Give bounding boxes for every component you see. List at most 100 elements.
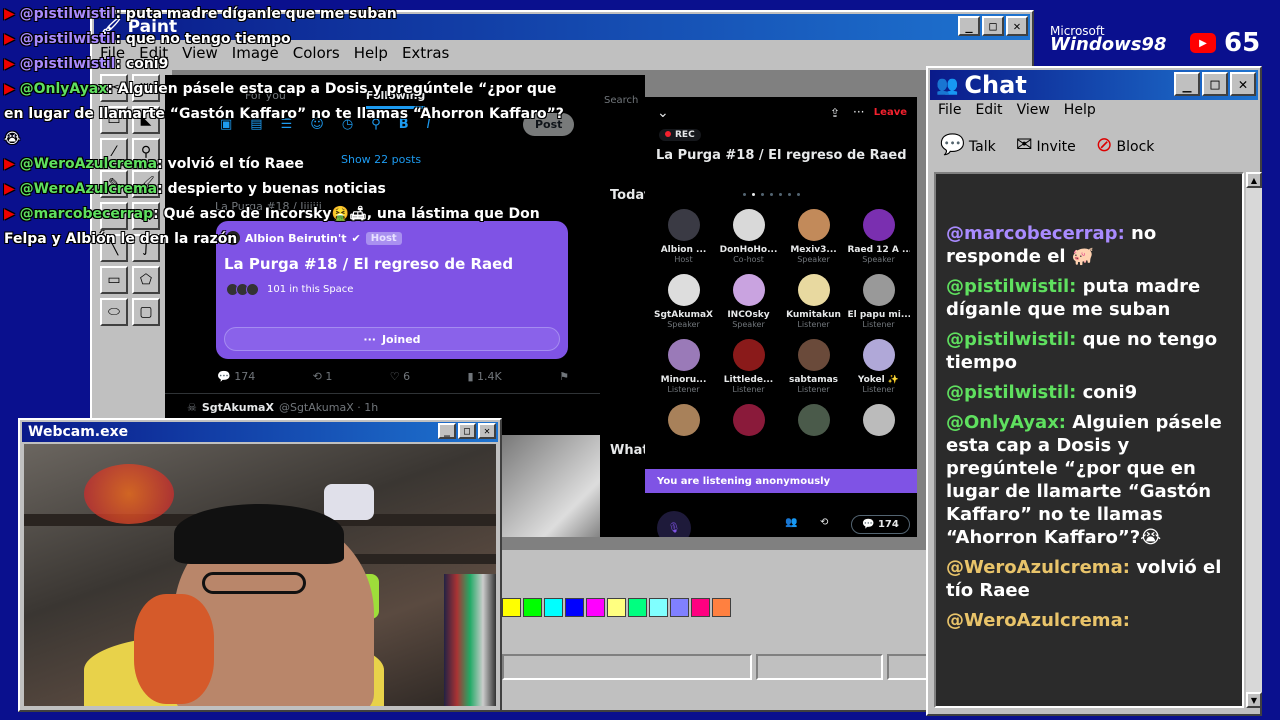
color-swatch[interactable] xyxy=(712,598,731,617)
participant[interactable]: Kumitakun Listener xyxy=(781,274,846,329)
menu-help[interactable]: Help xyxy=(1064,102,1096,118)
color-swatch[interactable] xyxy=(523,598,542,617)
color-swatch[interactable] xyxy=(502,598,521,617)
block-icon: ⊘ xyxy=(1095,132,1113,156)
rounded-rect-tool-icon[interactable]: ▢ xyxy=(132,298,160,326)
chevron-down-icon[interactable]: ⌄ xyxy=(657,105,669,121)
color-swatch[interactable] xyxy=(691,598,710,617)
close-button[interactable]: ✕ xyxy=(1230,72,1256,96)
retweet-count: 1 xyxy=(325,370,333,383)
participant[interactable] xyxy=(781,404,846,440)
participant-name: Mexiv3... xyxy=(790,245,837,255)
participant-name: Minoru... xyxy=(660,375,707,385)
color-swatch[interactable] xyxy=(586,598,605,617)
color-swatch[interactable] xyxy=(670,598,689,617)
talk-button[interactable]: 💬 Talk xyxy=(940,132,996,156)
maximize-button[interactable]: □ xyxy=(458,423,476,439)
participant[interactable]: SgtAkumaX Speaker xyxy=(651,274,716,329)
participant[interactable]: Minoru... Listener xyxy=(651,339,716,394)
avatar xyxy=(246,283,259,296)
menu-edit[interactable]: Edit xyxy=(975,102,1002,118)
chat-username: @pistilwistil: xyxy=(946,329,1077,350)
overlay-username: @WeroAzulcrema xyxy=(19,156,158,172)
reply-button[interactable]: 💬 174 xyxy=(217,370,255,383)
color-swatch[interactable] xyxy=(565,598,584,617)
youtube-icon: ▶ xyxy=(4,31,20,47)
participant[interactable] xyxy=(846,404,911,440)
overlay-username: @pistilwistil xyxy=(19,56,116,72)
maximize-button[interactable]: □ xyxy=(1202,72,1228,96)
talk-label: Talk xyxy=(968,139,996,155)
like-button[interactable]: ♡ 6 xyxy=(390,370,410,383)
comments-button[interactable]: 💬 174 xyxy=(851,515,910,534)
views-button[interactable]: ▮ 1.4K xyxy=(467,370,501,383)
participant[interactable]: sabtamas Listener xyxy=(781,339,846,394)
search-input[interactable]: Search xyxy=(604,95,638,106)
retweet-button[interactable]: ⟲ 1 xyxy=(313,370,333,383)
space-title: La Purga #18 / El regreso de Raed xyxy=(224,255,514,273)
participant[interactable]: DonHoHo... Co-host xyxy=(716,209,781,264)
author-name: SgtAkumaX xyxy=(201,401,274,414)
leave-button[interactable]: Leave xyxy=(874,107,907,118)
person-cap xyxy=(174,504,344,564)
close-button[interactable]: ✕ xyxy=(1006,16,1028,36)
overlay-message: ▶ @pistilwistil: puta madre díganle que … xyxy=(4,2,564,27)
bookmark-icon[interactable]: ⚑ xyxy=(559,370,569,383)
avatar xyxy=(797,404,830,436)
menu-view[interactable]: View xyxy=(1017,102,1050,118)
share-icon[interactable]: ⇪ xyxy=(830,106,840,120)
maximize-button[interactable]: □ xyxy=(982,16,1004,36)
scroll-down-arrow-icon[interactable]: ▼ xyxy=(1246,692,1262,708)
participant-role: Listener xyxy=(862,320,895,329)
participant[interactable]: Raed 12 A ... Speaker xyxy=(846,209,911,264)
color-swatch[interactable] xyxy=(607,598,626,617)
close-button[interactable]: ✕ xyxy=(478,423,496,439)
people-icon[interactable]: 👥 xyxy=(785,517,797,528)
participant[interactable]: Mexiv3... Speaker xyxy=(781,209,846,264)
retweet-icon[interactable]: ⟲ xyxy=(820,517,828,528)
overlay-text: : despierto y buenas noticias xyxy=(157,181,386,197)
bookshelf xyxy=(444,574,496,706)
joined-label: Joined xyxy=(381,332,421,346)
color-swatch[interactable] xyxy=(649,598,668,617)
chat-username: @OnlyAyax: xyxy=(946,412,1066,433)
trending-column: Search Today What xyxy=(600,75,645,537)
chat-message: @marcobecerrap: no responde el 🐖 xyxy=(946,222,1234,268)
chat-scrollbar[interactable]: ▲ ▼ xyxy=(1246,172,1262,708)
participant[interactable]: Albion ... Host xyxy=(651,209,716,264)
polygon-tool-icon[interactable]: ⬠ xyxy=(132,266,160,294)
participant[interactable] xyxy=(716,404,781,440)
youtube-counter: ▶ 65 xyxy=(1190,28,1260,58)
color-swatch[interactable] xyxy=(628,598,647,617)
color-swatch[interactable] xyxy=(544,598,563,617)
minimize-button[interactable]: _ xyxy=(438,423,456,439)
chat-log[interactable]: @marcobecerrap: no responde el 🐖 @pistilw… xyxy=(934,172,1244,708)
mic-icon[interactable]: 🎙 xyxy=(657,511,691,537)
avatar xyxy=(732,209,765,241)
webcam-feed xyxy=(24,444,496,706)
participant[interactable]: INCOsky Speaker xyxy=(716,274,781,329)
participant-role: Speaker xyxy=(667,320,700,329)
invite-button[interactable]: ✉ Invite xyxy=(1016,132,1076,156)
scroll-up-arrow-icon[interactable]: ▲ xyxy=(1246,172,1262,188)
participant-name: Kumitakun xyxy=(786,310,841,320)
participant[interactable]: Littlede... Listener xyxy=(716,339,781,394)
avatar xyxy=(797,274,830,306)
joined-button[interactable]: ··· Joined xyxy=(224,327,560,351)
menu-file[interactable]: File xyxy=(938,102,961,118)
webcam-titlebar[interactable]: Webcam.exe xyxy=(22,422,498,442)
youtube-icon: ▶ xyxy=(4,181,20,197)
invite-icon: ✉ xyxy=(1015,132,1033,156)
block-button[interactable]: ⊘ Block xyxy=(1096,132,1155,156)
participant-name: Albion ... xyxy=(660,245,707,255)
rectangle-tool-icon[interactable]: ▭ xyxy=(100,266,128,294)
chat-username: @pistilwistil: xyxy=(946,276,1077,297)
participant[interactable]: El papu mi... Listener xyxy=(846,274,911,329)
minimize-button[interactable]: _ xyxy=(958,16,980,36)
participant[interactable] xyxy=(651,404,716,440)
participant[interactable]: Yokel ✨ Listener xyxy=(846,339,911,394)
minimize-button[interactable]: _ xyxy=(1174,72,1200,96)
more-icon[interactable]: ··· xyxy=(853,105,864,119)
chat-window: 👥 Chat _ □ ✕ File Edit View Help 💬 Talk ✉… xyxy=(926,66,1262,716)
ellipse-tool-icon[interactable]: ⬭ xyxy=(100,298,128,326)
